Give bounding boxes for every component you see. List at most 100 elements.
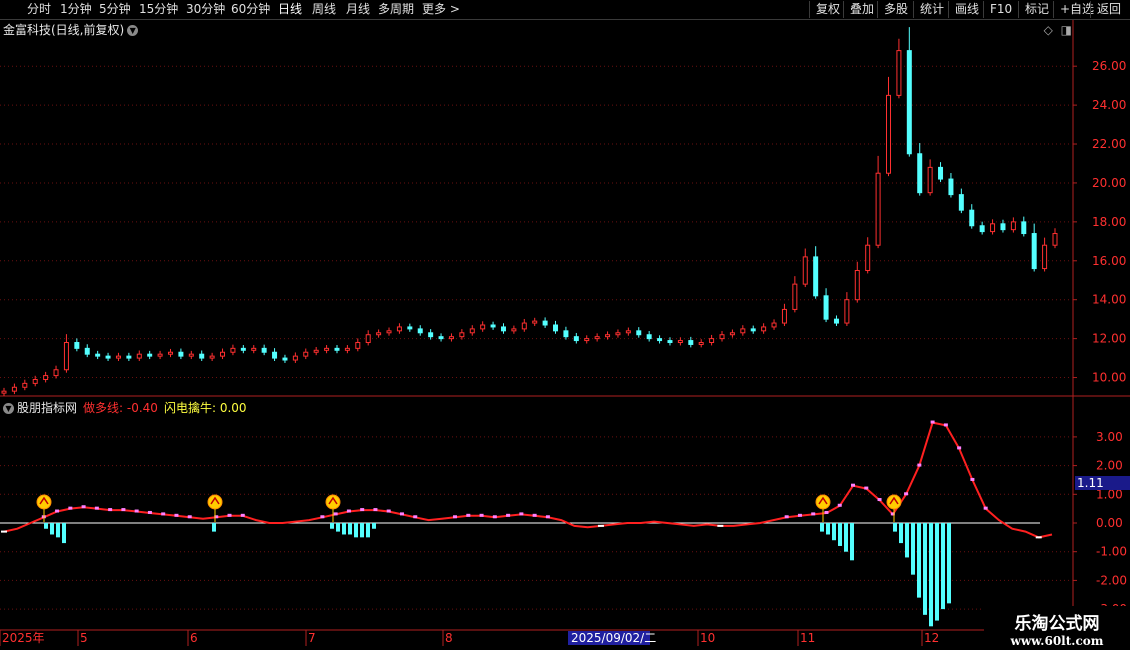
candle-body	[292, 355, 298, 361]
candle-body	[532, 320, 538, 324]
ind-tick-label: -2.00	[1096, 573, 1127, 587]
candle-body	[500, 326, 506, 332]
short-marker	[1035, 536, 1042, 539]
candle-body	[147, 353, 153, 357]
long-line-dot	[386, 509, 391, 513]
candle-body	[917, 153, 923, 194]
candle-body	[157, 353, 163, 357]
long-line-dot	[240, 513, 245, 517]
candle-body	[74, 342, 80, 349]
candle-body	[833, 318, 839, 324]
long-line-dot	[227, 513, 232, 517]
candle-body	[729, 332, 735, 336]
chevron-down-icon[interactable]: ▼	[127, 25, 139, 36]
price-tick-label: 22.00	[1092, 137, 1126, 151]
window-toggle-icon[interactable]: ◨	[1061, 23, 1072, 37]
short-marker	[597, 524, 604, 527]
long-line-dot	[134, 509, 139, 513]
histogram-bar	[844, 523, 848, 552]
long-line-dot	[479, 513, 484, 517]
candle-body	[334, 347, 340, 351]
candle-body	[854, 270, 860, 301]
candle-body	[428, 332, 434, 338]
candle-body	[303, 351, 309, 357]
price-tick-label: 18.00	[1092, 215, 1126, 229]
long-line-dot	[161, 512, 166, 516]
long-line-dot	[943, 423, 948, 427]
candle-body	[63, 342, 69, 371]
diamond-icon[interactable]: ◇	[1044, 23, 1053, 37]
long-line-dot	[413, 515, 418, 519]
long-line-dot	[320, 515, 325, 519]
histogram-bar	[348, 523, 352, 535]
long-line-dot	[466, 513, 471, 517]
histogram-bar	[342, 523, 346, 535]
long-line-dot	[877, 498, 882, 502]
candle-body	[688, 340, 694, 345]
candle-body	[355, 342, 361, 349]
candle-body	[698, 342, 704, 345]
candle-body	[896, 50, 902, 96]
histogram-bar	[893, 523, 897, 532]
histogram-bar	[62, 523, 66, 544]
kline-chart[interactable]: 26.00 24.00 22.00 20.00 18.00 16.00 14.00 12.00…	[0, 0, 1130, 650]
candle-body	[927, 166, 933, 194]
long-line-dot	[492, 515, 497, 519]
candle-body	[542, 320, 548, 326]
grid-lines	[0, 20, 1130, 631]
long-line-dot	[519, 512, 524, 516]
histogram-bar	[832, 523, 836, 541]
histogram-bar	[899, 523, 903, 544]
candle-body	[115, 355, 121, 359]
long-line-dot	[81, 505, 86, 509]
histogram-bar	[372, 523, 376, 529]
candle-body	[105, 355, 111, 359]
candle-body	[480, 324, 486, 330]
long-line-dot	[174, 513, 179, 517]
long-line-dot	[360, 508, 365, 512]
date-tick-label: 8	[445, 631, 453, 645]
candle-body	[199, 353, 205, 359]
candle-body	[886, 94, 892, 174]
indicator-name[interactable]: 股朋指标网	[17, 401, 77, 415]
price-tick-label: 16.00	[1092, 254, 1126, 268]
date-tick-label: 7	[308, 631, 316, 645]
candle-body	[615, 332, 621, 336]
candle-body	[448, 336, 454, 340]
candlestick-series	[1, 27, 1058, 397]
histogram-bar	[929, 523, 933, 627]
candle-body	[95, 353, 101, 357]
candle-body	[511, 328, 517, 332]
candle-body	[948, 178, 954, 196]
candle-body	[823, 295, 829, 320]
candle-body	[740, 328, 746, 334]
histogram-bar	[56, 523, 60, 538]
candle-body	[386, 330, 392, 334]
long-line-dot	[333, 512, 338, 516]
long-line-dot	[983, 506, 988, 510]
date-tick-label: 10	[700, 631, 715, 645]
candle-body	[313, 349, 319, 353]
candle-body	[802, 256, 808, 285]
long-line-dot	[824, 510, 829, 514]
histogram-bar	[336, 523, 340, 532]
watermark-title: 乐淘公式网	[1014, 614, 1100, 634]
histogram-bar	[850, 523, 854, 561]
histogram-bar	[917, 523, 921, 598]
price-tick-label: 12.00	[1092, 332, 1126, 346]
histogram-bar	[820, 523, 824, 532]
candle-body	[438, 336, 444, 340]
long-line-dot	[917, 463, 922, 467]
candle-body	[490, 324, 496, 328]
candle-body	[178, 351, 184, 357]
candle-body	[459, 332, 465, 338]
chevron-down-icon[interactable]: ▼	[3, 403, 14, 414]
date-tick-label: 12	[924, 631, 939, 645]
long-line-dot	[545, 515, 550, 519]
candle-body	[605, 334, 611, 338]
candle-body	[969, 209, 975, 227]
long-line-dot	[68, 506, 73, 510]
candle-body	[636, 330, 642, 336]
candle-body	[875, 172, 881, 246]
short-marker	[1, 530, 7, 533]
